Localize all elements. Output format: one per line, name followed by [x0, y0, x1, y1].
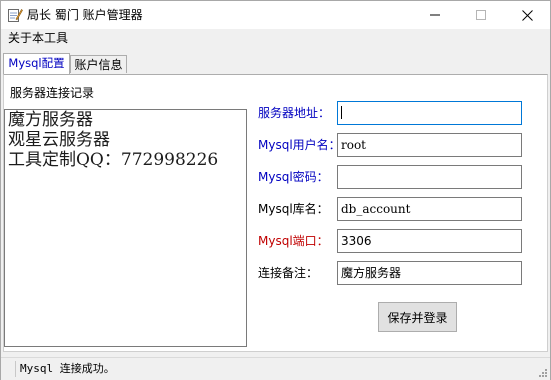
password-label: Mysql密码：: [258, 170, 329, 184]
port-label: Mysql端口：: [258, 234, 329, 248]
port-value: 3306: [341, 234, 372, 248]
app-window: 局长 蜀门 账户管理器 关于本工具 账户信息 Mysql配置 服务器连接记录 魔…: [0, 0, 551, 380]
record-line: 工具定制QQ：772998226: [8, 150, 219, 170]
server-records-list[interactable]: 魔方服务器 观星云服务器 工具定制QQ：772998226: [4, 109, 247, 347]
status-text: Mysql 连接成功。: [20, 362, 115, 375]
save-and-login-button[interactable]: 保存并登录: [378, 302, 457, 332]
maximize-icon: [476, 10, 486, 20]
note-input[interactable]: 魔方服务器: [337, 261, 522, 285]
note-label: 连接备注：: [258, 266, 319, 280]
password-input[interactable]: [337, 165, 522, 189]
database-value: db_account: [341, 202, 411, 216]
server-address-input[interactable]: [337, 101, 522, 125]
record-line: 观星云服务器: [8, 130, 110, 150]
close-icon: [521, 9, 533, 21]
tab-mysql-config-label: Mysql配置: [8, 56, 65, 70]
tab-account-info-label: 账户信息: [74, 58, 123, 72]
server-address-label: 服务器地址：: [258, 106, 331, 120]
minimize-icon: [430, 14, 440, 16]
close-button[interactable]: [504, 1, 550, 29]
minimize-button[interactable]: [412, 1, 458, 29]
port-input[interactable]: 3306: [337, 229, 522, 253]
status-bar: Mysql 连接成功。: [1, 357, 550, 380]
username-label: Mysql用户名：: [258, 138, 341, 152]
window-title: 局长 蜀门 账户管理器: [27, 8, 143, 22]
notepad-app-icon: [7, 7, 23, 23]
save-and-login-label: 保存并登录: [387, 310, 448, 325]
text-caret: [341, 106, 342, 119]
maximize-button[interactable]: [458, 1, 504, 29]
tab-account-info[interactable]: 账户信息: [70, 55, 127, 73]
status-divider: [15, 361, 16, 377]
note-value: 魔方服务器: [341, 266, 402, 280]
resize-grip-icon[interactable]: [538, 368, 548, 378]
username-value: root: [341, 138, 367, 152]
username-input[interactable]: root: [337, 133, 522, 157]
menu-bar: 关于本工具: [1, 29, 550, 47]
database-input[interactable]: db_account: [337, 197, 522, 221]
database-label: Mysql库名：: [258, 202, 329, 216]
title-bar: 局长 蜀门 账户管理器: [1, 1, 550, 29]
records-heading: 服务器连接记录: [10, 86, 95, 100]
record-line: 魔方服务器: [8, 110, 93, 130]
menu-about[interactable]: 关于本工具: [8, 30, 68, 46]
tab-mysql-config[interactable]: Mysql配置: [3, 53, 70, 74]
